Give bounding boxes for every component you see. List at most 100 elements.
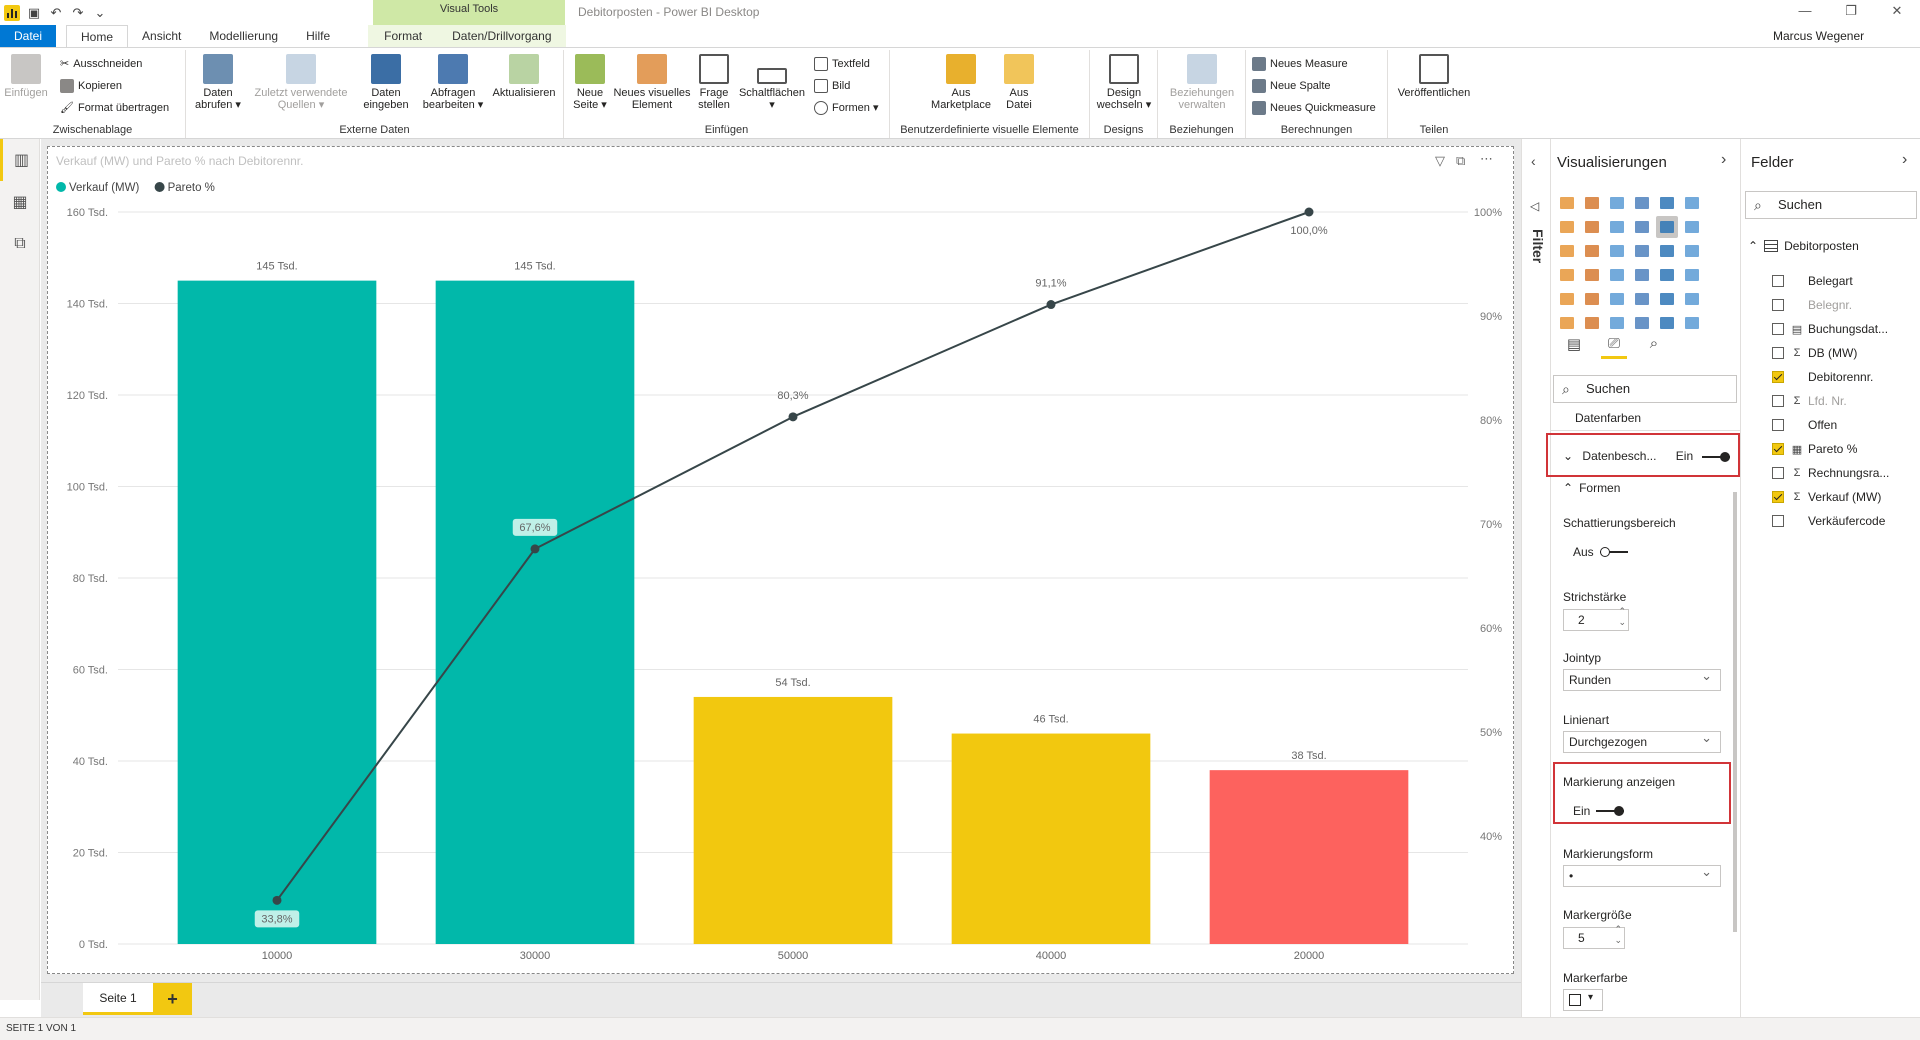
visual-type-icon[interactable] — [1681, 264, 1703, 286]
format-search-input[interactable]: ⌕ Suchen — [1553, 375, 1737, 403]
visual-type-icon[interactable] — [1631, 192, 1653, 214]
table-debitorposten[interactable]: ⌃ Debitorposten — [1748, 239, 1859, 253]
page-tab-seite-1[interactable]: Seite 1 — [83, 983, 153, 1015]
redo-icon[interactable]: ↷ — [70, 5, 86, 21]
visual-type-icon[interactable] — [1681, 312, 1703, 334]
fields-search-input[interactable]: ⌕ Suchen — [1745, 191, 1917, 219]
field-checkbox[interactable] — [1772, 275, 1784, 287]
chevron-right-icon[interactable]: › — [1721, 151, 1726, 169]
tab-modellierung[interactable]: Modellierung — [195, 25, 292, 47]
markierungsform-dropdown[interactable]: • — [1563, 862, 1721, 887]
combo-chart-visual[interactable]: Verkauf (MW) und Pareto % nach Debitoren… — [47, 146, 1514, 974]
format-pane-scrollbar[interactable] — [1733, 492, 1737, 932]
visual-type-icon[interactable] — [1606, 312, 1628, 334]
visual-type-icon[interactable] — [1606, 288, 1628, 310]
field-checkbox[interactable] — [1772, 299, 1784, 311]
visual-type-icon[interactable] — [1631, 312, 1653, 334]
field-item[interactable]: Offen — [1772, 417, 1837, 433]
visual-type-icon[interactable] — [1656, 288, 1678, 310]
visual-type-icon[interactable] — [1581, 192, 1603, 214]
visual-type-icon[interactable] — [1681, 192, 1703, 214]
visual-type-icon[interactable] — [1556, 288, 1578, 310]
restore-icon[interactable]: ❐ — [1828, 0, 1874, 25]
format-painter-button[interactable]: 🖌 Format übertragen — [60, 98, 169, 118]
visual-type-icon[interactable] — [1656, 192, 1678, 214]
field-item[interactable]: Σ DB (MW) — [1772, 345, 1857, 361]
new-visual-button[interactable]: Neues visuelles Element — [612, 54, 692, 111]
field-item[interactable]: Belegart — [1772, 273, 1853, 289]
chevron-left-icon[interactable]: ‹ — [1531, 153, 1536, 169]
visual-type-icon[interactable] — [1681, 240, 1703, 262]
tab-hilfe[interactable]: Hilfe — [292, 25, 344, 47]
visual-type-icon[interactable] — [1606, 192, 1628, 214]
undo-icon[interactable]: ↶ — [48, 5, 64, 21]
paste-button[interactable]: Einfügen — [4, 54, 48, 99]
model-view-icon[interactable]: ⧉ — [0, 223, 40, 265]
field-checkbox[interactable] — [1772, 467, 1784, 479]
visual-type-icon[interactable] — [1606, 216, 1628, 238]
visual-type-icon[interactable] — [1556, 216, 1578, 238]
field-item[interactable]: Debitorennr. — [1772, 369, 1873, 385]
section-formen[interactable]: ⌃ Formen — [1551, 481, 1741, 501]
visual-type-icon[interactable] — [1681, 216, 1703, 238]
field-checkbox[interactable] — [1772, 515, 1784, 527]
image-button[interactable]: Bild — [814, 76, 850, 96]
linienart-dropdown[interactable]: Durchgezogen — [1563, 728, 1721, 753]
visual-type-icon[interactable] — [1556, 240, 1578, 262]
visual-type-icon[interactable] — [1556, 264, 1578, 286]
field-item[interactable]: Belegnr. — [1772, 297, 1852, 313]
visual-type-icon[interactable] — [1556, 312, 1578, 334]
visual-type-icon[interactable] — [1656, 312, 1678, 334]
add-page-button[interactable]: + — [153, 983, 192, 1015]
new-column-button[interactable]: Neue Spalte — [1252, 76, 1331, 96]
tab-ansicht[interactable]: Ansicht — [128, 25, 195, 47]
field-item[interactable]: Σ Lfd. Nr. — [1772, 393, 1847, 409]
signed-in-user[interactable]: Marcus Wegener — [1773, 25, 1864, 47]
visual-type-icon[interactable] — [1656, 264, 1678, 286]
fields-tab-icon[interactable]: ▤ — [1561, 335, 1587, 359]
format-paint-roller-icon[interactable]: ⎚ — [1601, 335, 1627, 359]
close-icon[interactable]: ✕ — [1874, 0, 1920, 25]
enter-data-button[interactable]: Daten eingeben — [358, 54, 414, 111]
visual-type-icon[interactable] — [1606, 240, 1628, 262]
field-checkbox[interactable] — [1772, 443, 1784, 455]
tab-daten-drillvorgang[interactable]: Daten/Drillvorgang — [438, 25, 566, 47]
visual-type-icon[interactable] — [1631, 216, 1653, 238]
visual-type-icon[interactable] — [1631, 240, 1653, 262]
from-marketplace-button[interactable]: Aus Marketplace — [930, 54, 992, 111]
edit-queries-button[interactable]: Abfragen bearbeiten ▾ — [418, 54, 488, 111]
cut-button[interactable]: ✂ Ausschneiden — [60, 54, 142, 74]
field-item[interactable]: Verkäufercode — [1772, 513, 1885, 529]
schattierung-toggle[interactable] — [1599, 547, 1628, 557]
field-checkbox[interactable] — [1772, 347, 1784, 359]
tab-home[interactable]: Home — [66, 25, 129, 47]
tab-format[interactable]: Format — [368, 25, 439, 47]
strichstaerke-stepper[interactable]: 2 — [1563, 606, 1629, 631]
get-data-button[interactable]: Daten abrufen ▾ — [192, 54, 244, 111]
copy-button[interactable]: Kopieren — [60, 76, 122, 96]
field-checkbox[interactable] — [1772, 371, 1784, 383]
chevron-right-icon[interactable]: › — [1902, 151, 1907, 169]
data-view-icon[interactable]: ▦ — [0, 181, 40, 223]
shapes-button[interactable]: Formen ▾ — [814, 98, 878, 118]
visual-type-icon[interactable] — [1656, 240, 1678, 262]
field-item[interactable]: ▦ Pareto % — [1772, 441, 1857, 457]
tab-datei[interactable]: Datei — [0, 25, 57, 47]
manage-relationships-button[interactable]: Beziehungen verwalten — [1162, 54, 1242, 111]
ask-question-button[interactable]: Frage stellen — [694, 54, 734, 111]
visual-type-icon[interactable] — [1581, 288, 1603, 310]
section-datenfarben[interactable]: Datenfarben — [1551, 411, 1741, 431]
visual-type-icon[interactable] — [1631, 264, 1653, 286]
jointyp-dropdown[interactable]: Runden — [1563, 666, 1721, 691]
publish-button[interactable]: Veröffentlichen — [1392, 54, 1476, 99]
visual-type-icon[interactable] — [1606, 264, 1628, 286]
customize-qat-icon[interactable]: ⌄ — [92, 5, 108, 21]
from-file-button[interactable]: Aus Datei — [994, 54, 1044, 111]
new-page-button[interactable]: Neue Seite ▾ — [570, 54, 610, 111]
textbox-button[interactable]: Textfeld — [814, 54, 870, 74]
filter-pane-collapsed[interactable]: ‹ ◁ Filter — [1521, 139, 1551, 1017]
report-view-icon[interactable]: ▥ — [0, 139, 40, 181]
visual-type-icon[interactable] — [1681, 288, 1703, 310]
field-item[interactable]: Σ Rechnungsra... — [1772, 465, 1889, 481]
switch-theme-button[interactable]: Design wechseln ▾ — [1094, 54, 1154, 111]
